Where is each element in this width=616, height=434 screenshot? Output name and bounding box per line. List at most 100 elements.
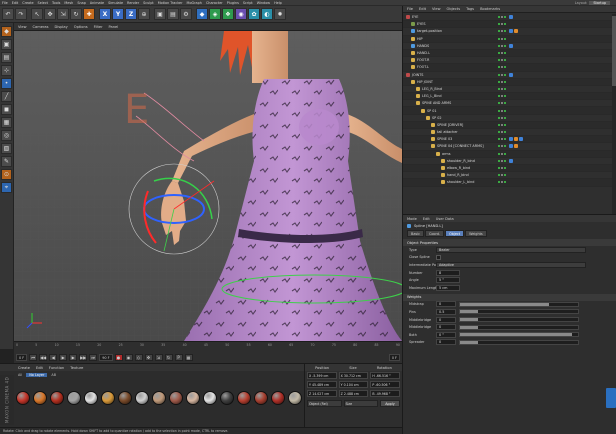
material-swatch[interactable]: [203, 391, 217, 405]
object-manager-scrollbar[interactable]: [612, 14, 616, 214]
object-row[interactable]: SPINE 04 [CONNECT ARMS]: [403, 143, 616, 151]
current-frame-field[interactable]: 0 F: [388, 354, 400, 361]
enabled-check-icon[interactable]: [504, 145, 506, 148]
enabled-check-icon[interactable]: [504, 80, 506, 83]
render-visibility-icon[interactable]: [501, 116, 503, 119]
visibility-dots[interactable]: [498, 152, 506, 155]
render-view-icon[interactable]: ▣: [154, 8, 166, 20]
enable-axis-icon[interactable]: ⊙: [1, 169, 12, 180]
object-row[interactable]: HANDS: [403, 43, 616, 50]
next-key-icon[interactable]: ▶▶: [79, 354, 88, 361]
editor-visibility-icon[interactable]: [498, 152, 500, 155]
material-swatch[interactable]: [220, 391, 234, 405]
cube-icon[interactable]: ◆: [196, 8, 208, 20]
object-menu-view[interactable]: View: [432, 7, 441, 11]
visibility-dots[interactable]: [498, 167, 506, 170]
material-swatch[interactable]: [135, 391, 149, 405]
enabled-check-icon[interactable]: [504, 37, 506, 40]
material-swatch[interactable]: [186, 391, 200, 405]
visibility-dots[interactable]: [498, 37, 506, 40]
tag-icon[interactable]: [509, 137, 513, 142]
menu-item-select[interactable]: Select: [38, 1, 48, 5]
object-row[interactable]: EYE: [403, 14, 616, 22]
material-swatch[interactable]: [67, 391, 81, 405]
deformer-icon[interactable]: ◉: [235, 8, 247, 20]
object-row[interactable]: HIP: [403, 35, 616, 43]
play-icon[interactable]: ▶: [59, 354, 68, 361]
menu-item-edit[interactable]: Edit: [12, 1, 19, 5]
tab-object[interactable]: Object: [445, 230, 465, 237]
menu-item-create[interactable]: Create: [22, 1, 33, 5]
enabled-check-icon[interactable]: [504, 95, 506, 98]
weight-slider[interactable]: [459, 309, 579, 315]
tag-icon[interactable]: [509, 15, 513, 20]
tab-coord[interactable]: Coord.: [424, 230, 445, 237]
visibility-dots[interactable]: [498, 80, 506, 83]
render-visibility-icon[interactable]: [501, 52, 503, 55]
weight-slider[interactable]: [459, 301, 579, 307]
visibility-dots[interactable]: [498, 138, 506, 141]
render-visibility-icon[interactable]: [501, 16, 503, 19]
editor-visibility-icon[interactable]: [498, 44, 500, 47]
render-visibility-icon[interactable]: [501, 73, 503, 76]
viewport-menu-display[interactable]: Display: [55, 25, 68, 29]
enabled-check-icon[interactable]: [504, 73, 506, 76]
tag-icon[interactable]: [509, 29, 513, 34]
editor-visibility-icon[interactable]: [498, 102, 500, 105]
editor-visibility-icon[interactable]: [498, 123, 500, 126]
editor-visibility-icon[interactable]: [498, 174, 500, 177]
prev-frame-icon[interactable]: ◀: [49, 354, 58, 361]
visibility-dots[interactable]: [498, 73, 506, 76]
material-menu-edit[interactable]: Edit: [36, 366, 43, 370]
enabled-check-icon[interactable]: [504, 59, 506, 62]
render-visibility-icon[interactable]: [501, 102, 503, 105]
render-visibility-icon[interactable]: [501, 181, 503, 184]
render-visibility-icon[interactable]: [501, 59, 503, 62]
object-row[interactable]: LEG_L_Bind: [403, 93, 616, 101]
timeline-ruler[interactable]: 0 5 10 15 20 25 30 35 40 45 50 55 60 65 70 75 80 85 90: [16, 343, 400, 351]
enabled-check-icon[interactable]: [504, 152, 506, 155]
tag-icon[interactable]: [514, 29, 518, 34]
enabled-check-icon[interactable]: [504, 30, 506, 33]
object-menu-tags[interactable]: Tags: [466, 7, 474, 11]
object-row[interactable]: SPINE 03: [403, 136, 616, 144]
render-visibility-icon[interactable]: [501, 123, 503, 126]
editor-visibility-icon[interactable]: [498, 23, 500, 26]
menu-item-render[interactable]: Render: [127, 1, 139, 5]
snap-icon[interactable]: ◎: [1, 130, 12, 141]
menu-item-tools[interactable]: Tools: [52, 1, 60, 5]
redo-icon[interactable]: ↷: [15, 8, 27, 20]
menu-item-help[interactable]: Help: [274, 1, 282, 5]
scale-key-icon[interactable]: ⇲: [154, 354, 163, 361]
material-menu-texture[interactable]: Texture: [70, 366, 83, 370]
enabled-check-icon[interactable]: [504, 87, 506, 90]
object-row[interactable]: LEG_R_Bind: [403, 86, 616, 94]
render-picture-viewer-icon[interactable]: ▤: [167, 8, 179, 20]
editor-visibility-icon[interactable]: [498, 116, 500, 119]
enabled-check-icon[interactable]: [504, 167, 506, 170]
visibility-dots[interactable]: [498, 123, 506, 126]
render-visibility-icon[interactable]: [501, 66, 503, 69]
coordinate-system-icon[interactable]: ⊕: [138, 8, 150, 20]
make-editable-icon[interactable]: ◆: [1, 26, 12, 37]
subdivision-icon[interactable]: ◈: [209, 8, 221, 20]
visibility-dots[interactable]: [498, 159, 506, 162]
weight-slider[interactable]: [459, 324, 579, 330]
visibility-dots[interactable]: [498, 59, 506, 62]
object-row[interactable]: hand_R_bind: [403, 172, 616, 180]
material-swatch[interactable]: [33, 391, 47, 405]
attribute-menu-mode[interactable]: Mode: [407, 217, 417, 221]
enabled-check-icon[interactable]: [504, 66, 506, 69]
object-row[interactable]: FOOT.R: [403, 57, 616, 65]
param-key-icon[interactable]: P: [174, 354, 183, 361]
help-tab-icon[interactable]: [606, 388, 616, 408]
weight-field[interactable]: 0: [436, 324, 456, 331]
menu-item-mesh[interactable]: Mesh: [64, 1, 73, 5]
scene-icon[interactable]: ✿: [248, 8, 260, 20]
property-field[interactable]: 8: [436, 269, 460, 276]
tab-basic[interactable]: Basic: [407, 230, 424, 237]
enabled-check-icon[interactable]: [504, 23, 506, 26]
render-visibility-icon[interactable]: [501, 95, 503, 98]
render-visibility-icon[interactable]: [501, 37, 503, 40]
tag-icon[interactable]: [509, 144, 513, 149]
